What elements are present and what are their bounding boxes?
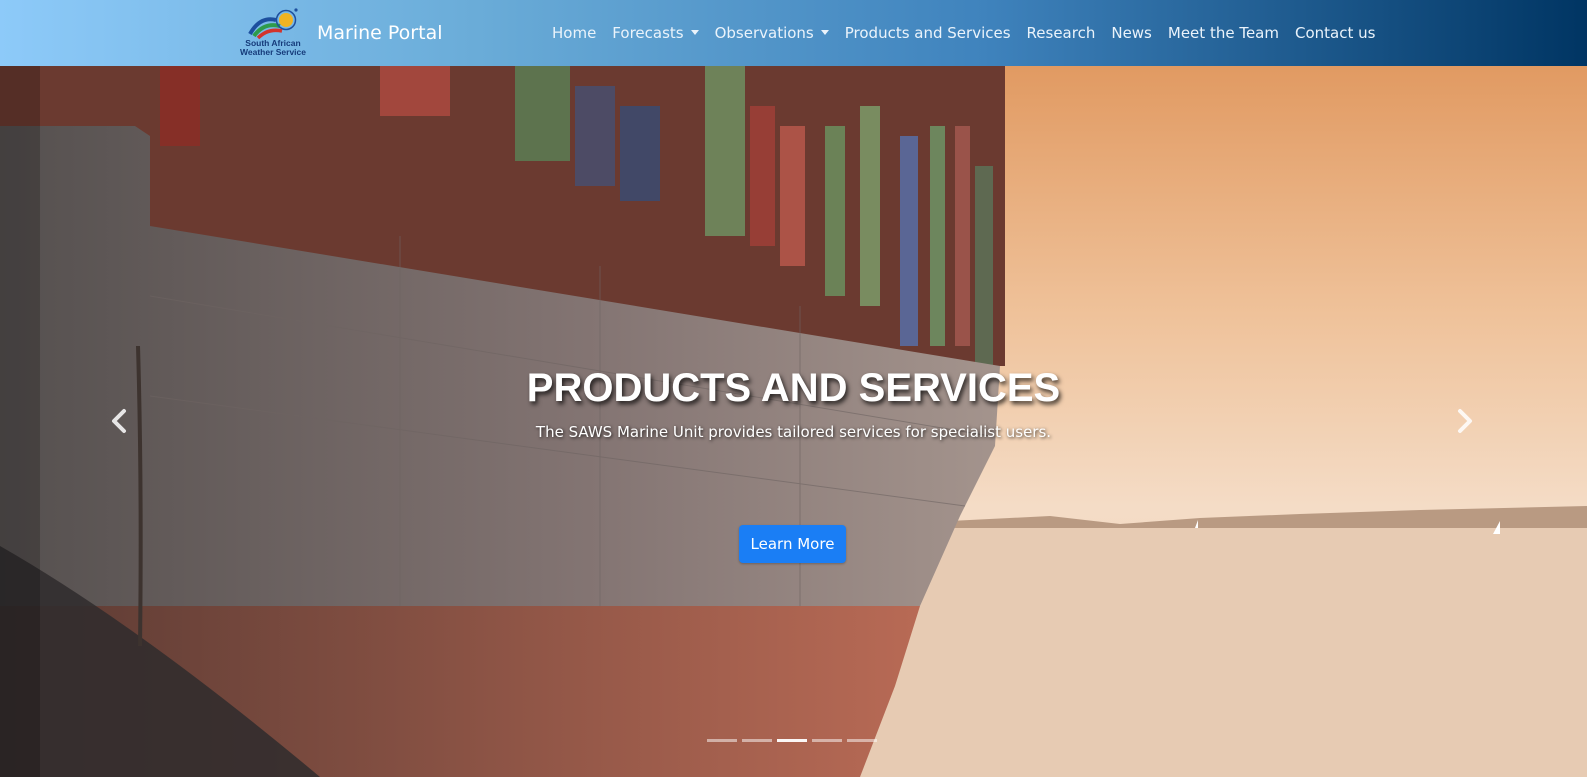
learn-more-button[interactable]: Learn More [739, 525, 846, 563]
saws-logo[interactable]: South African Weather Service [236, 6, 310, 60]
nav-label: Contact us [1294, 24, 1376, 42]
page: South African Weather Service Marine Por… [0, 0, 1587, 777]
nav-label: Forecasts [612, 24, 684, 42]
nav-item-meet-team[interactable]: Meet the Team [1168, 24, 1279, 42]
carousel-indicator-5[interactable] [847, 739, 877, 742]
carousel-title: PRODUCTS AND SERVICES [526, 366, 1061, 410]
carousel-indicators [707, 739, 877, 742]
logo-line-2: Weather Service [240, 47, 306, 57]
nav-label: News [1111, 24, 1152, 42]
carousel-indicator-2[interactable] [742, 739, 772, 742]
nav-label: Home [552, 24, 597, 42]
nav-label: Observations [714, 24, 814, 42]
caret-down-icon [820, 30, 829, 35]
nav-label: Research [1026, 24, 1096, 42]
nav-links: Home Forecasts Observations Products and… [552, 24, 1391, 42]
nav-item-contact[interactable]: Contact us [1295, 24, 1375, 42]
hero-background-image [0, 66, 1587, 777]
hero-carousel: PRODUCTS AND SERVICES The SAWS Marine Un… [0, 66, 1587, 777]
navbar: South African Weather Service Marine Por… [0, 0, 1587, 66]
carousel-indicator-3[interactable] [777, 739, 807, 742]
nav-item-forecasts[interactable]: Forecasts [612, 24, 699, 42]
logo-text: South African Weather Service [236, 39, 310, 57]
carousel-indicator-4[interactable] [812, 739, 842, 742]
nav-label: Meet the Team [1167, 24, 1279, 42]
nav-item-observations[interactable]: Observations [715, 24, 829, 42]
nav-item-home[interactable]: Home [552, 24, 596, 42]
nav-label: Products and Services [844, 24, 1011, 42]
carousel-indicator-1[interactable] [707, 739, 737, 742]
carousel-subtitle: The SAWS Marine Unit provides tailored s… [535, 423, 1052, 441]
nav-item-research[interactable]: Research [1027, 24, 1096, 42]
nav-item-products-services[interactable]: Products and Services [845, 24, 1011, 42]
brand-name[interactable]: Marine Portal [317, 22, 443, 44]
nav-item-news[interactable]: News [1111, 24, 1152, 42]
caret-down-icon [690, 30, 699, 35]
saws-logo-icon [248, 8, 298, 40]
